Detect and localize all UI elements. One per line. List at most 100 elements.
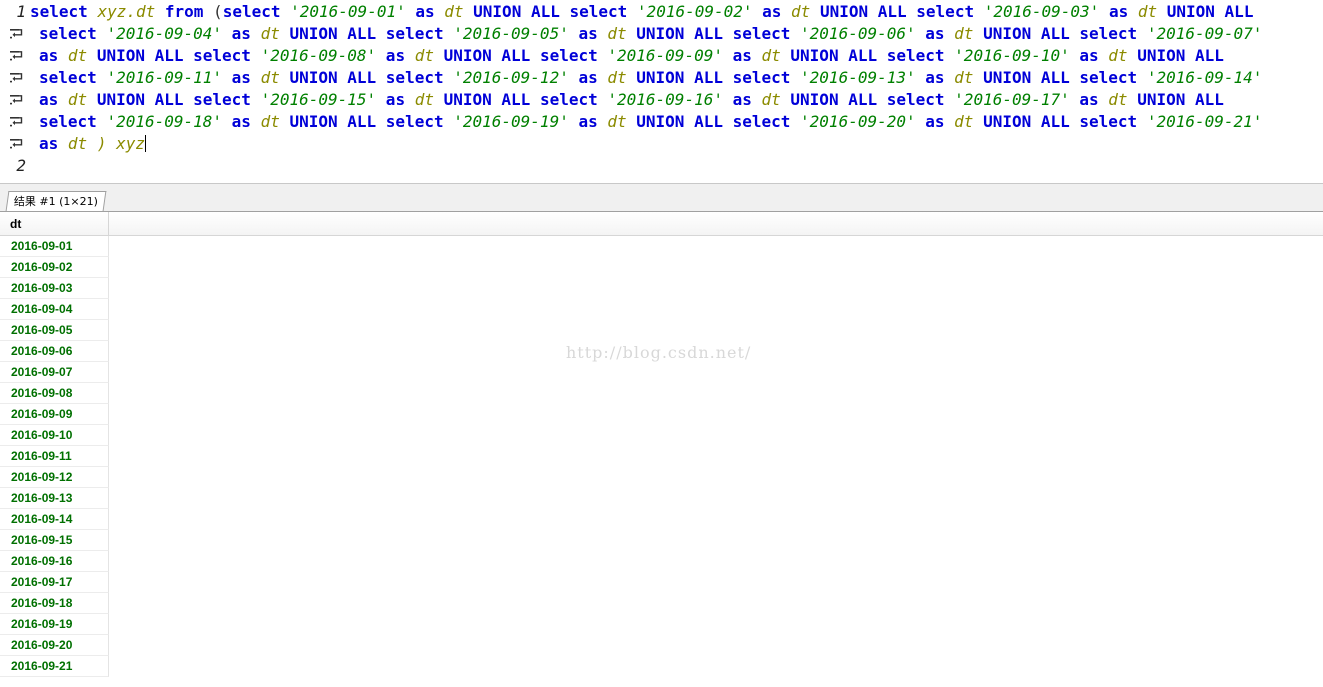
table-row[interactable]: 2016-09-10 bbox=[0, 425, 109, 446]
grid-header: dt bbox=[0, 212, 1323, 236]
sql-keyword: UNION ALL select bbox=[636, 24, 801, 43]
sql-identifier: dt bbox=[1108, 46, 1138, 65]
sql-keyword: from bbox=[164, 2, 214, 21]
sql-string: '2016-09-07' bbox=[1146, 24, 1263, 43]
sql-keyword: as bbox=[752, 2, 792, 21]
sql-identifier: dt bbox=[260, 24, 290, 43]
sql-string: '2016-09-17' bbox=[954, 90, 1070, 109]
sql-keyword: as bbox=[568, 24, 608, 43]
sql-keyword: as bbox=[1069, 46, 1109, 65]
result-tab[interactable]: 结果 #1 (1×21) bbox=[5, 191, 107, 211]
table-row[interactable]: 2016-09-13 bbox=[0, 488, 109, 509]
sql-identifier: xyz.dt bbox=[97, 2, 165, 21]
table-row[interactable]: 2016-09-14 bbox=[0, 509, 109, 530]
sql-string: '2016-09-01' bbox=[290, 2, 406, 21]
sql-keyword: UNION ALL bbox=[1166, 2, 1254, 21]
table-row[interactable]: 2016-09-20 bbox=[0, 635, 109, 656]
sql-keyword: as bbox=[568, 68, 608, 87]
sql-identifier: dt bbox=[260, 68, 290, 87]
sql-identifier: dt bbox=[1108, 90, 1138, 109]
sql-keyword: select bbox=[39, 24, 107, 43]
table-row[interactable]: 2016-09-02 bbox=[0, 257, 109, 278]
sql-editor[interactable]: select xyz.dt from (select '2016-09-01' … bbox=[0, 0, 1323, 183]
table-row[interactable]: 2016-09-17 bbox=[0, 572, 109, 593]
sql-keyword: UNION ALL select bbox=[790, 90, 955, 109]
table-row[interactable]: 2016-09-15 bbox=[0, 530, 109, 551]
sql-identifier: dt bbox=[414, 46, 444, 65]
sql-string: '2016-09-14' bbox=[1146, 68, 1263, 87]
sql-keyword: UNION ALL select bbox=[819, 2, 984, 21]
sql-identifier: dt bbox=[67, 90, 97, 109]
table-row[interactable]: 2016-09-07 bbox=[0, 362, 109, 383]
sql-identifier: dt bbox=[607, 24, 637, 43]
column-header-dt[interactable]: dt bbox=[0, 212, 109, 235]
result-tab-bar: 结果 #1 (1×21) bbox=[0, 190, 1323, 212]
sql-keyword: as bbox=[915, 112, 955, 131]
result-tab-label: 结果 #1 (1×21) bbox=[13, 195, 98, 208]
sql-punct: ( bbox=[213, 2, 223, 21]
sql-string: '2016-09-20' bbox=[800, 112, 916, 131]
table-row[interactable]: 2016-09-06 bbox=[0, 341, 109, 362]
sql-keyword: UNION ALL select bbox=[790, 46, 955, 65]
sql-keyword: as bbox=[39, 134, 68, 153]
sql-keyword: as bbox=[1099, 2, 1138, 21]
table-row[interactable]: 2016-09-08 bbox=[0, 383, 109, 404]
sql-string: '2016-09-21' bbox=[1146, 112, 1263, 131]
word-wrap-icon bbox=[10, 51, 23, 61]
sql-string: '2016-09-04' bbox=[106, 24, 223, 43]
table-row[interactable]: 2016-09-01 bbox=[0, 236, 109, 257]
sql-keyword: as bbox=[39, 46, 68, 65]
table-row[interactable]: 2016-09-04 bbox=[0, 299, 109, 320]
sql-keyword: as bbox=[222, 112, 261, 131]
sql-keyword: UNION ALL select bbox=[636, 68, 801, 87]
sql-keyword: UNION ALL bbox=[1137, 90, 1224, 109]
sql-keyword: UNION ALL select bbox=[473, 2, 637, 21]
sql-keyword: as bbox=[722, 90, 762, 109]
sql-keyword: select bbox=[39, 112, 107, 131]
sql-identifier: dt bbox=[761, 90, 791, 109]
table-row[interactable]: 2016-09-05 bbox=[0, 320, 109, 341]
sql-string: '2016-09-02' bbox=[636, 2, 753, 21]
sql-string: '2016-09-13' bbox=[800, 68, 916, 87]
word-wrap-icon bbox=[10, 117, 23, 127]
sql-keyword: UNION ALL select bbox=[289, 112, 454, 131]
table-row[interactable]: 2016-09-16 bbox=[0, 551, 109, 572]
table-row[interactable]: 2016-09-18 bbox=[0, 593, 109, 614]
text-cursor bbox=[144, 135, 146, 152]
sql-string: '2016-09-16' bbox=[607, 90, 723, 109]
sql-identifier: dt bbox=[954, 24, 984, 43]
sql-string: '2016-09-03' bbox=[983, 2, 1100, 21]
table-row[interactable]: 2016-09-11 bbox=[0, 446, 109, 467]
sql-string: '2016-09-05' bbox=[453, 24, 569, 43]
sql-string: '2016-09-12' bbox=[453, 68, 569, 87]
sql-string: '2016-09-19' bbox=[453, 112, 569, 131]
table-row[interactable]: 2016-09-19 bbox=[0, 614, 109, 635]
sql-keyword: UNION ALL select bbox=[289, 24, 454, 43]
sql-keyword: as bbox=[376, 46, 415, 65]
table-row[interactable]: 2016-09-03 bbox=[0, 278, 109, 299]
table-row[interactable]: 2016-09-21 bbox=[0, 656, 109, 677]
sql-identifier: dt bbox=[414, 90, 444, 109]
word-wrap-icon bbox=[10, 73, 23, 83]
sql-string: '2016-09-06' bbox=[800, 24, 916, 43]
word-wrap-icon bbox=[10, 29, 23, 39]
sql-identifier: dt bbox=[444, 2, 474, 21]
table-row[interactable]: 2016-09-09 bbox=[0, 404, 109, 425]
sql-identifier: dt bbox=[1137, 2, 1167, 21]
sql-string: '2016-09-15' bbox=[260, 90, 377, 109]
sql-identifier: dt bbox=[761, 46, 791, 65]
sql-keyword: UNION ALL select bbox=[443, 46, 608, 65]
sql-identifier: ) xyz bbox=[96, 134, 145, 153]
sql-keyword: select bbox=[222, 2, 291, 21]
sql-keyword: as bbox=[915, 68, 955, 87]
sql-keyword: UNION ALL select bbox=[983, 24, 1147, 43]
result-grid[interactable]: dt 2016-09-01 2016-09-02 2016-09-03 2016-09… bbox=[0, 212, 1323, 687]
sql-keyword: as bbox=[722, 46, 762, 65]
table-row[interactable]: 2016-09-12 bbox=[0, 467, 109, 488]
word-wrap-icon bbox=[10, 95, 23, 105]
sql-identifier: dt bbox=[67, 134, 97, 153]
sql-identifier: dt bbox=[791, 2, 820, 21]
sql-keyword: select bbox=[30, 2, 98, 21]
sql-keyword: as bbox=[568, 112, 608, 131]
watermark: http://blog.csdn.net/ bbox=[566, 343, 752, 362]
